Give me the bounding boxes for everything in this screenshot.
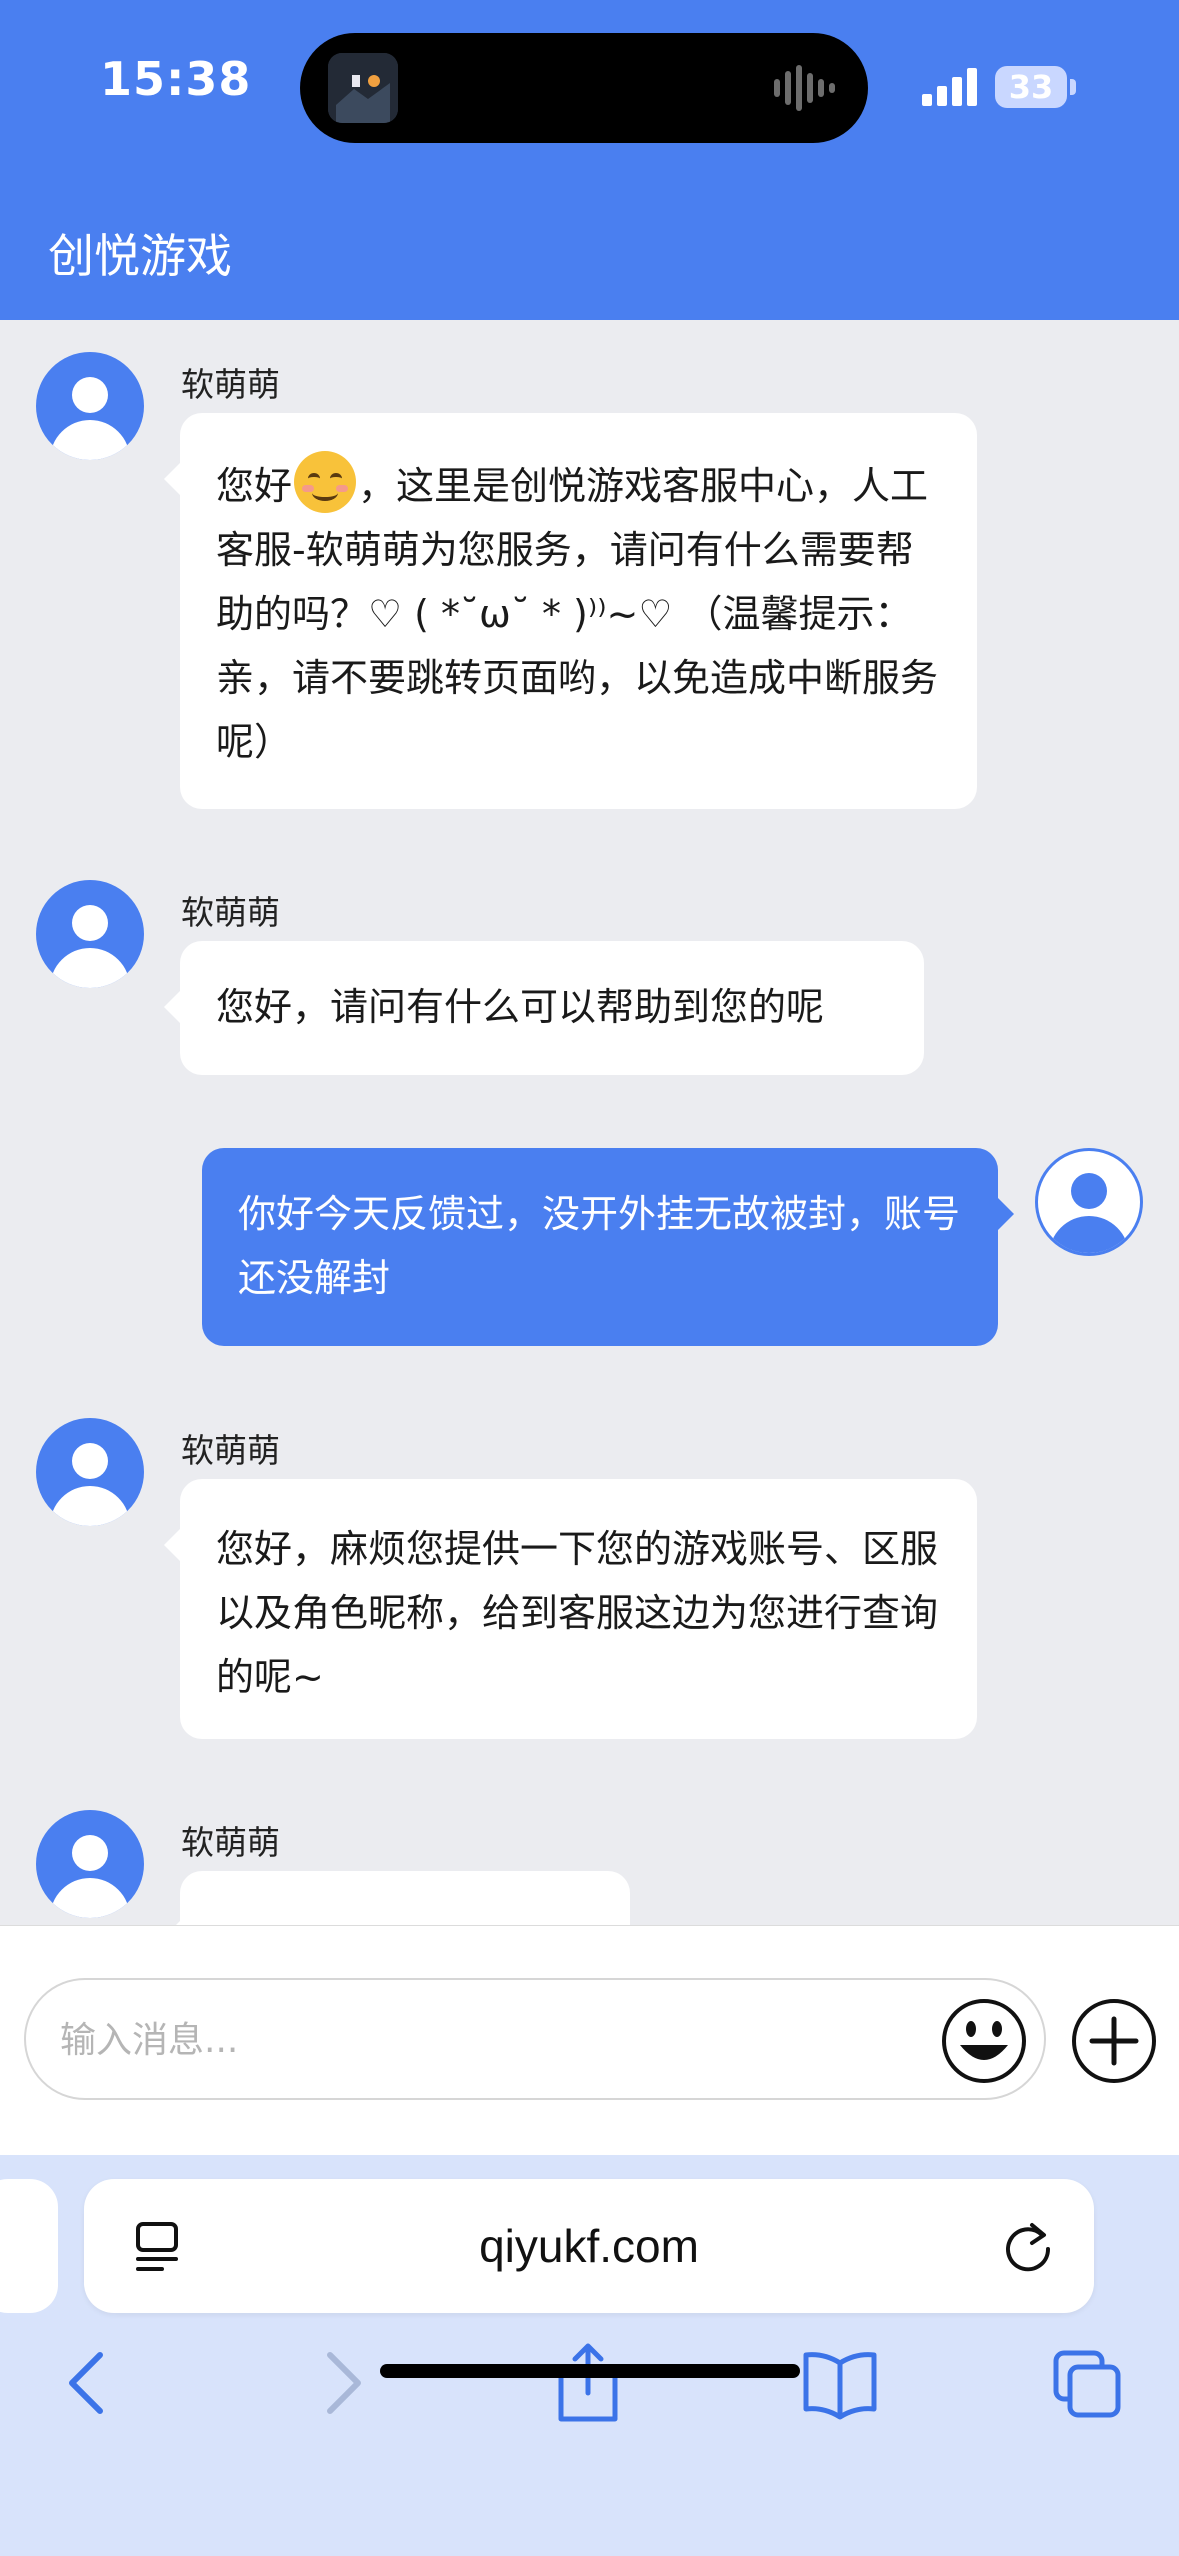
add-attachment-icon[interactable]: [1070, 1997, 1158, 2085]
game-artwork-icon: [328, 53, 398, 123]
message-bubble-agent: 您好，麻烦您提供一下您的游戏账号、区服以及角色昵称，给到客服这边为您进行查询的呢…: [164, 1479, 977, 1739]
browser-toolbar: qiyukf.com: [0, 2155, 1179, 2556]
sender-name: 软萌萌: [181, 893, 280, 932]
message-text: 您好，请问有什么可以帮助到您的呢: [216, 985, 825, 1029]
audio-wave-icon: [774, 65, 835, 111]
page-title: 创悦游戏: [48, 229, 232, 283]
url-text: qiyukf.com: [479, 2220, 699, 2272]
message-input[interactable]: [58, 2002, 942, 2078]
dynamic-island[interactable]: [300, 33, 868, 143]
app-header: 15:38 33 创悦游戏: [0, 0, 1179, 320]
address-bar[interactable]: qiyukf.com: [84, 2179, 1094, 2313]
agent-avatar: [36, 1418, 144, 1526]
sender-name: 软萌萌: [181, 1431, 280, 1470]
smiling-face-emoji-icon: [294, 451, 357, 513]
message-input-field[interactable]: [24, 1978, 1046, 2100]
now-playing-thumbnail: [328, 53, 398, 123]
reload-icon[interactable]: [1002, 2219, 1056, 2273]
status-time: 15:38: [100, 52, 252, 106]
share-icon[interactable]: [553, 2341, 623, 2425]
previous-tab-preview[interactable]: [0, 2179, 58, 2313]
user-avatar: [1035, 1148, 1143, 1256]
battery-cap: [1070, 79, 1076, 95]
chat-messages[interactable]: 软萌萌 您好 ，这里是创悦游戏客服中心，人工客服-软萌萌为您服务，请问有什么需要帮…: [0, 320, 1179, 1925]
agent-avatar: [36, 352, 144, 460]
message-text: 您好: [216, 464, 293, 508]
sender-name: 软萌萌: [181, 1823, 280, 1862]
back-icon[interactable]: [58, 2341, 118, 2425]
forward-icon[interactable]: [312, 2341, 372, 2425]
sender-name: 软萌萌: [181, 365, 280, 404]
bookmarks-icon[interactable]: [800, 2341, 880, 2425]
message-bubble-user: 你好今天反馈过，没开外挂无故被封，账号还没解封: [202, 1148, 1014, 1346]
cellular-signal-icon: [922, 68, 977, 106]
message-bubble-agent: 您好 ，这里是创悦游戏客服中心，人工客服-软萌萌为您服务，请问有什么需要帮助的吗？…: [164, 413, 977, 809]
message-text: 您好，麻烦您提供一下您的游戏账号、区服以及角色昵称，给到客服这边为您进行查询的呢…: [216, 1527, 939, 1699]
message-bubble-agent: 您好，请问有什么可以帮助到您的呢: [164, 941, 924, 1075]
agent-avatar: [36, 1810, 144, 1918]
emoji-icon[interactable]: [940, 1997, 1028, 2085]
tabs-icon[interactable]: [1052, 2341, 1124, 2425]
home-indicator: [380, 2364, 800, 2378]
message-text: 你好今天反馈过，没开外挂无故被封，账号还没解封: [238, 1192, 961, 1300]
agent-avatar: [36, 880, 144, 988]
battery-indicator: 33: [995, 66, 1067, 108]
message-bubble-agent: [164, 1871, 630, 1925]
